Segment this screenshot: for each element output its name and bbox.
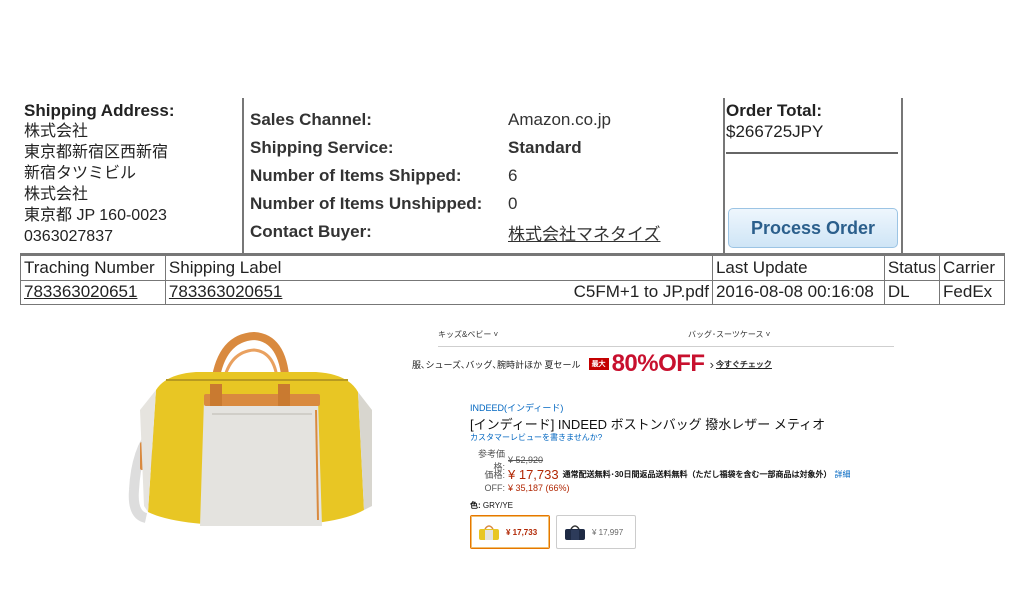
detail-row-items-unshipped: Number of Items Unshipped: 0 bbox=[250, 190, 720, 218]
order-total-value: $266725JPY bbox=[726, 122, 824, 141]
reference-price: ¥ 52,920 bbox=[508, 455, 544, 465]
order-total-heading: Order Total: bbox=[726, 101, 823, 120]
order-total: Order Total: $266725JPY bbox=[726, 100, 898, 142]
address-line: 新宿タツミビル bbox=[24, 165, 137, 182]
detail-row-items-shipped: Number of Items Shipped: 6 bbox=[250, 162, 720, 190]
shipping-address-heading: Shipping Address: bbox=[24, 101, 175, 120]
price-row-reference: 参考価格: ¥ 52,920 bbox=[470, 449, 851, 472]
order-details: Sales Channel: Amazon.co.jp Shipping Ser… bbox=[250, 106, 720, 246]
variant-price: ¥ 17,997 bbox=[592, 527, 624, 537]
detail-key: Shipping Service: bbox=[250, 138, 394, 157]
shipment-table: Traching Number Shipping Label Last Upda… bbox=[20, 256, 1005, 305]
detail-link[interactable]: 詳細 bbox=[835, 469, 851, 480]
detail-key: Sales Channel: bbox=[250, 110, 372, 129]
status-cell: DL bbox=[883, 279, 941, 305]
table-header-row: Traching Number Shipping Label Last Upda… bbox=[20, 256, 1005, 281]
tracking-number-link[interactable]: 783363020651 bbox=[20, 279, 166, 305]
carrier-cell: FedEx bbox=[939, 279, 1005, 305]
promo-banner[interactable]: 服､シューズ､バッグ､腕時計ほか 夏セール 最大 80%OFF › 今すぐチェッ… bbox=[412, 350, 812, 378]
category-kids-baby[interactable]: キッズ&ベビー ˅ bbox=[438, 329, 498, 340]
column-header: Status bbox=[883, 256, 941, 281]
promo-text: 服､シューズ､バッグ､腕時計ほか 夏セール bbox=[412, 359, 581, 370]
detail-row-sales-channel: Sales Channel: Amazon.co.jp bbox=[250, 106, 720, 134]
product-image bbox=[126, 330, 376, 535]
shipping-label-cell: 783363020651 C5FM+1 to JP.pdf bbox=[164, 279, 713, 305]
shipping-note: 通常配送無料･30日間返品送料無料（ただし福袋を含む一部商品は対象外） bbox=[562, 469, 832, 479]
detail-key: Contact Buyer: bbox=[250, 222, 372, 241]
write-review-link[interactable]: カスタマーレビューを書きませんか? bbox=[470, 432, 602, 443]
divider bbox=[901, 98, 903, 253]
divider bbox=[242, 98, 244, 253]
address-line: 株式会社 bbox=[24, 186, 89, 203]
category-bar: キッズ&ベビー ˅ バッグ･スーツケース ˅ bbox=[438, 327, 894, 347]
column-header: Last Update bbox=[711, 256, 885, 281]
product-title: [インディード] INDEED ボストンバッグ 撥水レザー メティオ bbox=[470, 417, 826, 432]
address-line: 東京都 JP 160-0023 bbox=[24, 207, 167, 224]
color-label: 色: bbox=[470, 501, 481, 510]
boston-bag-icon bbox=[128, 331, 372, 526]
shipping-label-link[interactable]: 783363020651 bbox=[169, 282, 282, 302]
off-value: ¥ 35,187 (66%) bbox=[508, 483, 570, 493]
detail-key: Number of Items Unshipped: bbox=[250, 194, 483, 213]
off-label: OFF: bbox=[484, 483, 506, 493]
detail-row-shipping-service: Shipping Service: Standard bbox=[250, 134, 720, 162]
address-line: 東京都新宿区西新宿 bbox=[24, 144, 169, 161]
price-label: 価格: bbox=[484, 469, 505, 480]
current-price: ¥ 17,733 bbox=[508, 466, 559, 482]
promo-discount: 80%OFF bbox=[611, 350, 706, 377]
color-selection: 色: GRY/YE bbox=[470, 500, 513, 511]
yellow-bag-thumbnail-icon bbox=[479, 525, 499, 540]
chevron-right-icon: › bbox=[709, 356, 714, 372]
color-value: GRY/YE bbox=[482, 501, 513, 510]
detail-key: Number of Items Shipped: bbox=[250, 166, 462, 185]
price-table: 参考価格: ¥ 52,920 価格: ¥ 17,733 通常配送無料･30日間返… bbox=[470, 449, 851, 494]
detail-value: Amazon.co.jp bbox=[508, 110, 611, 129]
variant-price: ¥ 17,733 bbox=[506, 527, 538, 537]
detail-row-contact-buyer: Contact Buyer: 株式会社マネタイズ bbox=[250, 218, 720, 246]
promo-check-link[interactable]: 今すぐチェック bbox=[716, 359, 772, 370]
contact-buyer-link[interactable]: 株式会社マネタイズ bbox=[508, 220, 661, 245]
address-line: 株式会社 bbox=[24, 123, 89, 140]
last-update-cell: 2016-08-08 00:16:08 bbox=[711, 279, 885, 305]
process-order-button[interactable]: Process Order bbox=[728, 208, 898, 248]
brand-link[interactable]: INDEED(インディード) bbox=[470, 401, 563, 414]
divider bbox=[726, 152, 898, 154]
detail-value: 0 bbox=[508, 194, 518, 213]
label-file-name: C5FM+1 to JP.pdf bbox=[573, 282, 709, 301]
address-line: 0363027837 bbox=[24, 228, 113, 245]
promo-badge: 最大 bbox=[588, 358, 609, 370]
divider bbox=[723, 98, 725, 253]
price-row-current: 価格: ¥ 17,733 通常配送無料･30日間返品送料無料（ただし福袋を含む一… bbox=[470, 466, 851, 482]
table-row: 783363020651 783363020651 C5FM+1 to JP.p… bbox=[20, 279, 1005, 305]
detail-value: Standard bbox=[508, 138, 582, 157]
order-panel: Shipping Address: 株式会社 東京都新宿区西新宿 新宿タツミビル… bbox=[20, 98, 1005, 305]
shipping-address: Shipping Address: 株式会社 東京都新宿区西新宿 新宿タツミビル… bbox=[24, 100, 242, 247]
column-header: Shipping Label bbox=[164, 256, 713, 281]
variant-swatch-navy[interactable]: ¥ 17,997 bbox=[556, 515, 636, 549]
column-header: Carrier bbox=[939, 256, 1005, 281]
price-row-off: OFF: ¥ 35,187 (66%) bbox=[470, 482, 851, 494]
variant-swatch-yellow[interactable]: ¥ 17,733 bbox=[470, 515, 550, 549]
detail-value: 6 bbox=[508, 166, 518, 185]
column-header: Traching Number bbox=[20, 256, 166, 281]
category-bags-suitcases[interactable]: バッグ･スーツケース ˅ bbox=[688, 329, 770, 340]
navy-bag-thumbnail-icon bbox=[565, 525, 585, 540]
